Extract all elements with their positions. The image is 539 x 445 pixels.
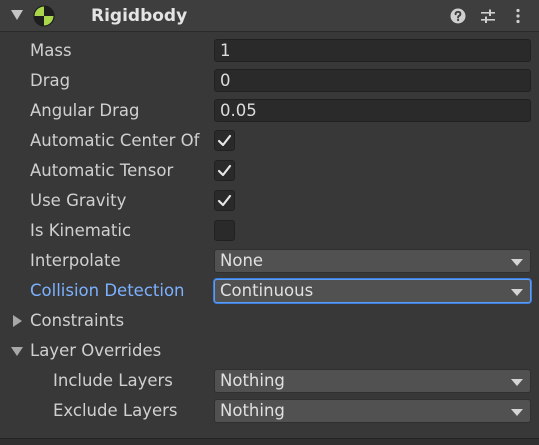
mass-field[interactable]: 1 xyxy=(214,39,531,62)
checkmark-icon xyxy=(217,194,232,207)
interpolate-row: Interpolate None xyxy=(0,245,539,275)
drag-field[interactable]: 0 xyxy=(214,69,531,92)
interpolate-label: Interpolate xyxy=(30,251,121,270)
collision-detection-value: Continuous xyxy=(220,281,314,300)
component-title: Rigidbody xyxy=(91,6,188,26)
use-gravity-row: Use Gravity xyxy=(0,185,539,215)
automatic-tensor-checkbox[interactable] xyxy=(214,160,235,181)
include-layers-dropdown[interactable]: Nothing xyxy=(214,369,531,393)
help-icon[interactable] xyxy=(450,8,466,24)
is-kinematic-checkbox[interactable] xyxy=(214,220,235,241)
collision-detection-row: Collision Detection Continuous xyxy=(0,275,539,305)
include-layers-value: Nothing xyxy=(220,371,285,390)
foldout-collapsed-icon[interactable] xyxy=(13,315,22,327)
component-header[interactable]: Rigidbody xyxy=(0,0,539,32)
angular-drag-label: Angular Drag xyxy=(30,101,140,120)
section-divider xyxy=(0,438,539,445)
include-layers-row: Include Layers Nothing xyxy=(0,365,539,395)
foldout-arrow-icon[interactable] xyxy=(11,10,23,20)
collision-detection-dropdown[interactable]: Continuous xyxy=(214,279,531,303)
checkmark-icon xyxy=(217,134,232,147)
dropdown-arrow-icon xyxy=(511,289,523,296)
checkmark-icon xyxy=(217,164,232,177)
use-gravity-checkbox[interactable] xyxy=(214,190,235,211)
exclude-layers-label: Exclude Layers xyxy=(53,401,178,420)
layer-overrides-label: Layer Overrides xyxy=(30,341,162,360)
drag-row: Drag 0 xyxy=(0,65,539,95)
angular-drag-field[interactable]: 0.05 xyxy=(214,99,531,122)
is-kinematic-row: Is Kinematic xyxy=(0,215,539,245)
foldout-expanded-icon[interactable] xyxy=(11,347,23,356)
automatic-tensor-row: Automatic Tensor xyxy=(0,155,539,185)
automatic-center-checkbox[interactable] xyxy=(214,130,235,151)
rigidbody-icon xyxy=(33,5,55,27)
use-gravity-label: Use Gravity xyxy=(30,191,127,210)
angular-drag-row: Angular Drag 0.05 xyxy=(0,95,539,125)
mass-row: Mass 1 xyxy=(0,35,539,65)
mass-label: Mass xyxy=(30,41,72,60)
automatic-center-row: Automatic Center Of xyxy=(0,125,539,155)
interpolate-value: None xyxy=(220,251,264,270)
automatic-tensor-label: Automatic Tensor xyxy=(30,161,174,180)
interpolate-dropdown[interactable]: None xyxy=(214,249,531,273)
exclude-layers-value: Nothing xyxy=(220,401,285,420)
constraints-label: Constraints xyxy=(30,311,125,330)
collision-detection-label: Collision Detection xyxy=(30,281,185,300)
constraints-foldout[interactable]: Constraints xyxy=(0,305,539,335)
layer-overrides-foldout[interactable]: Layer Overrides xyxy=(0,335,539,365)
exclude-layers-dropdown[interactable]: Nothing xyxy=(214,399,531,423)
exclude-layers-row: Exclude Layers Nothing xyxy=(0,395,539,425)
more-menu-icon[interactable] xyxy=(510,8,526,24)
drag-label: Drag xyxy=(30,71,71,90)
dropdown-arrow-icon xyxy=(511,259,523,266)
is-kinematic-label: Is Kinematic xyxy=(30,221,132,240)
automatic-center-label: Automatic Center Of xyxy=(30,131,200,150)
dropdown-arrow-icon xyxy=(511,379,523,386)
include-layers-label: Include Layers xyxy=(53,371,173,390)
dropdown-arrow-icon xyxy=(511,409,523,416)
preset-settings-icon[interactable] xyxy=(480,8,496,24)
